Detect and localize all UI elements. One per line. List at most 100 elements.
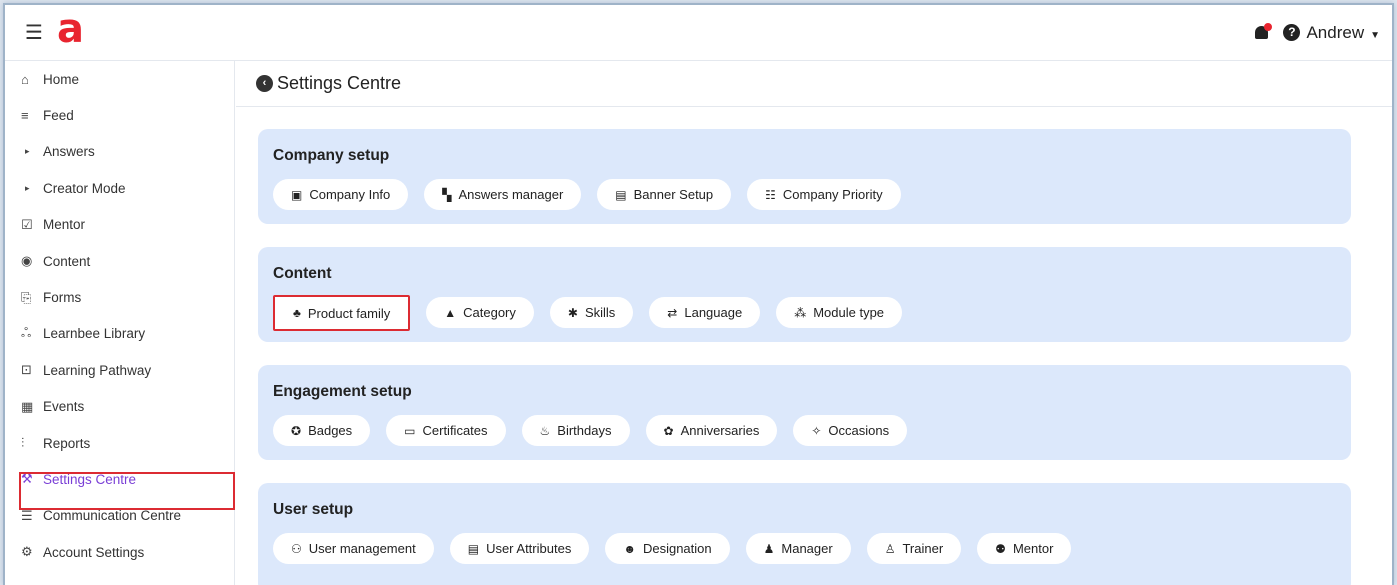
user-name: Andrew (1306, 22, 1365, 42)
pathway-icon: ⊡ (21, 362, 32, 378)
anniversaries-button[interactable]: ✿ Anniversaries (645, 415, 778, 446)
designation-icon: ☻ (623, 541, 636, 556)
chevron-down-icon: ▼ (1370, 29, 1380, 41)
sidebar-item-label: Events (43, 399, 85, 415)
pill-label: Badges (308, 423, 353, 438)
section-title: Content (273, 265, 332, 282)
pill-row: ♣ Product family ▲ Category ✱ Skills ⇄ Langu… (273, 295, 1337, 331)
pill-label: Language (684, 305, 743, 320)
banner-icon: ▤ (615, 187, 627, 202)
checkbox-icon: ☑ (21, 216, 33, 232)
pill-label: Product family (307, 305, 391, 321)
pill-label: Manager (781, 541, 833, 556)
forms-icon: ⎘ (21, 289, 32, 305)
pill-row: ⚇ User management ▤ User Attributes ☻ Desig… (273, 533, 1337, 564)
pill-label: Skills (584, 305, 616, 320)
monitor-icon: ▣ (291, 187, 303, 202)
module-type-button[interactable]: ⁂ Module type (776, 297, 903, 328)
section-user-setup: User setup ⚇ User management ▤ User Attrib… (258, 483, 1351, 585)
sidebar-item-feed[interactable]: ≡ Feed (5, 97, 234, 133)
designation-button[interactable]: ☻ Designation (605, 533, 730, 564)
sidebar-item-events[interactable]: ▦ Events (5, 389, 234, 425)
priority-icon: ☷ (765, 187, 776, 202)
sidebar-item-label: Learnbee Library (43, 326, 146, 342)
sidebar-item-label: Account Settings (43, 544, 145, 560)
app-logo[interactable]: a (57, 9, 84, 49)
pill-label: Banner Setup (633, 187, 714, 202)
section-title: User setup (273, 501, 354, 518)
library-icon: ஃ (21, 325, 32, 341)
main-content: ‹ Settings Centre Company setup ▣ Company… (236, 61, 1392, 585)
product-family-icon: ♣ (293, 306, 301, 320)
sidebar-item-home[interactable]: ⌂ Home (5, 61, 234, 97)
pill-label: User Attributes (486, 541, 572, 556)
answers-manager-button[interactable]: ▚ Answers manager (424, 179, 582, 210)
pill-label: Company Priority (782, 187, 883, 202)
company-priority-button[interactable]: ☷ Company Priority (747, 179, 901, 210)
sidebar-item-label: Answers (43, 144, 95, 160)
sidebar-item-learning-pathway[interactable]: ⊡ Learning Pathway (5, 352, 234, 388)
sidebar-item-answers[interactable]: ▸ Answers (5, 134, 234, 170)
attributes-icon: ▤ (467, 541, 480, 556)
company-info-button[interactable]: ▣ Company Info (273, 179, 409, 210)
party-icon: ✧ (811, 423, 822, 438)
skills-button[interactable]: ✱ Skills (549, 297, 634, 328)
manager-icon: ♟ (763, 541, 775, 556)
notification-bell-icon[interactable] (1253, 22, 1273, 42)
sidebar-item-forms[interactable]: ⎘ Forms (5, 279, 234, 315)
account-settings-icon: ⚙ (21, 544, 33, 560)
trainer-icon: ♙ (884, 541, 896, 556)
language-icon: ⇄ (667, 305, 678, 320)
section-content: Content ♣ Product family ▲ Category ✱ Skill… (258, 247, 1351, 342)
sidebar-item-label: Mentor (43, 217, 86, 233)
module-type-icon: ⁂ (794, 305, 807, 320)
home-icon: ⌂ (21, 71, 29, 87)
help-icon[interactable]: ? (1283, 24, 1301, 41)
sidebar-item-label: Reports (43, 435, 91, 451)
trainer-button[interactable]: ♙ Trainer (866, 533, 962, 564)
hamburger-menu-icon[interactable]: ☰ (25, 20, 51, 45)
manager-button[interactable]: ♟ Manager (745, 533, 851, 564)
mentor-button[interactable]: ⚉ Mentor (977, 533, 1072, 564)
pill-label: Certificates (422, 423, 488, 438)
content-icon: ◉ (21, 253, 33, 269)
app-window: ☰ a ? Andrew ▼ ⌂ Home ≡ Feed ▸ Answers ▸ Crea… (3, 3, 1394, 585)
category-button[interactable]: ▲ Category (426, 297, 534, 328)
skills-icon: ✱ (567, 305, 578, 320)
certificates-button[interactable]: ▭ Certificates (386, 415, 506, 446)
product-family-button[interactable]: ♣ Product family (273, 295, 411, 331)
calendar-icon: ▦ (21, 398, 34, 414)
grid-plus-icon: ▚ (442, 187, 452, 202)
pill-label: Category (463, 305, 516, 320)
caret-right-icon: ▸ (25, 146, 30, 157)
sidebar-item-label: Creator Mode (43, 180, 126, 196)
user-menu[interactable]: Andrew ▼ (1306, 23, 1380, 43)
banner-setup-button[interactable]: ▤ Banner Setup (597, 179, 732, 210)
user-attributes-button[interactable]: ▤ User Attributes (449, 533, 590, 564)
sidebar-item-creator-mode[interactable]: ▸ Creator Mode (5, 170, 234, 206)
sidebar-item-mentor[interactable]: ☑ Mentor (5, 207, 234, 243)
sidebar-item-label: Learning Pathway (43, 362, 152, 378)
pill-label: Trainer (902, 541, 944, 556)
pill-label: Occasions (828, 423, 890, 438)
sidebar-item-label: Home (43, 71, 80, 87)
pill-label: Anniversaries (680, 423, 760, 438)
badges-button[interactable]: ✪ Badges (273, 415, 371, 446)
occasions-button[interactable]: ✧ Occasions (793, 415, 908, 446)
section-title: Engagement setup (273, 383, 412, 400)
sidebar-item-label: Communication Centre (43, 508, 182, 524)
sidebar-item-learnbee-library[interactable]: ஃ Learnbee Library (5, 316, 234, 352)
feed-icon: ≡ (21, 108, 29, 124)
sidebar-item-account-settings[interactable]: ⚙ Account Settings (5, 534, 234, 570)
sidebar-item-label: Content (43, 253, 91, 269)
mentor-icon: ⚉ (995, 541, 1006, 556)
language-button[interactable]: ⇄ Language (649, 297, 761, 328)
pill-label: Answers manager (458, 187, 564, 202)
sidebar-item-content[interactable]: ◉ Content (5, 243, 234, 279)
top-bar: ☰ a ? Andrew ▼ (5, 5, 1392, 61)
pill-label: Mentor (1012, 541, 1054, 556)
user-management-button[interactable]: ⚇ User management (273, 533, 434, 564)
back-arrow-icon[interactable]: ‹ (256, 75, 273, 92)
birthdays-button[interactable]: ♨ Birthdays (521, 415, 630, 446)
sidebar-item-reports[interactable]: ⫶ Reports (5, 425, 234, 461)
